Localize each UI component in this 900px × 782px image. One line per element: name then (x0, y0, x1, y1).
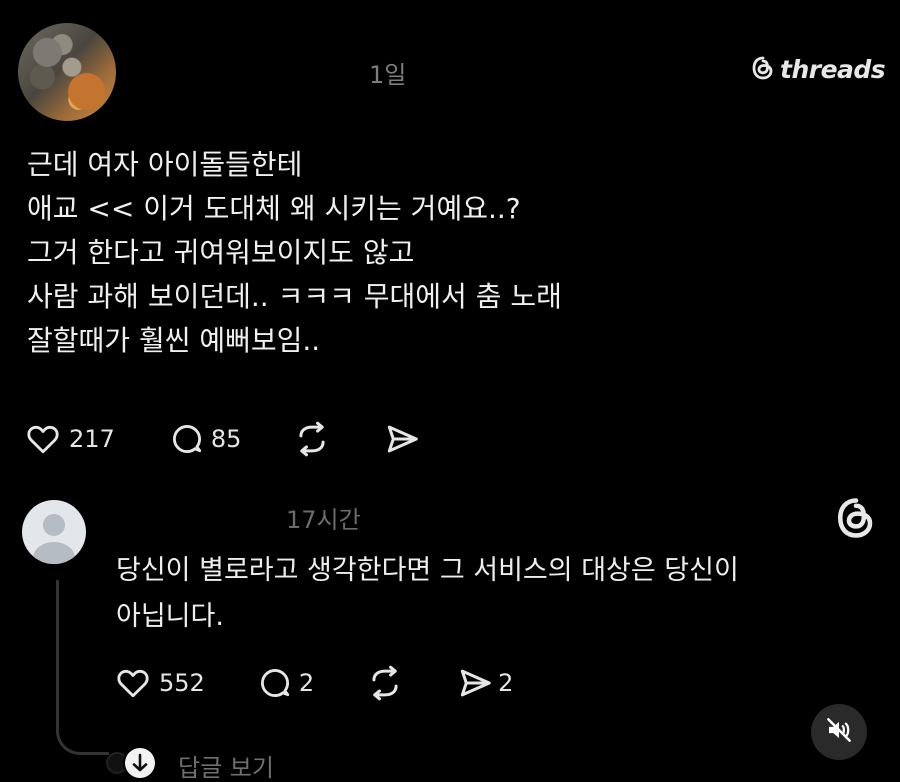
comment-count: 85 (210, 425, 242, 453)
speaker-muted-icon (824, 715, 854, 749)
threads-brand: threads (752, 55, 886, 84)
post-line: 잘할때가 훨씬 예뻐보임.. (27, 324, 321, 357)
post-line: 그거 한다고 귀여워보이지도 않고 (27, 236, 415, 269)
heart-icon (115, 665, 151, 701)
threads-logo-icon (836, 497, 876, 543)
share-count: 2 (498, 669, 514, 697)
send-icon (456, 664, 494, 702)
like-count: 552 (159, 669, 205, 697)
view-replies-label: 답글 보기 (178, 753, 274, 782)
view-replies-button[interactable]: 답글 보기 (104, 744, 274, 782)
thread-connector (56, 580, 109, 755)
repost-icon (293, 420, 331, 458)
reply-author-avatar[interactable] (22, 500, 86, 564)
repost-button[interactable] (293, 420, 331, 458)
repost-icon (366, 664, 404, 702)
share-button[interactable] (383, 420, 421, 458)
reply-actions: 552 2 2 (115, 664, 513, 702)
reply-line: 당신이 별로라고 생각한다면 그 서비스의 대상은 당신이 (116, 555, 739, 586)
post-author-avatar[interactable] (18, 23, 116, 121)
comment-button[interactable]: 2 (257, 665, 314, 701)
post-body: 근데 여자 아이돌들한테 애교 << 이거 도대체 왜 시키는 거예요..? 그… (27, 143, 847, 363)
post-line: 사람 과해 보이던데.. ㅋㅋㅋ 무대에서 춤 노래 (27, 280, 562, 313)
reply-line: 아닙니다. (116, 601, 224, 632)
post-line: 근데 여자 아이돌들한테 (27, 148, 303, 181)
repost-button[interactable] (366, 664, 404, 702)
share-button[interactable]: 2 (456, 664, 513, 702)
heart-icon (25, 421, 61, 457)
threads-brand-text: threads (780, 55, 886, 84)
reply-timestamp: 17시간 (286, 506, 361, 534)
like-button[interactable]: 552 (115, 665, 205, 701)
comment-bubble-icon (257, 665, 293, 701)
threads-logo-icon (752, 56, 774, 84)
mute-button[interactable] (811, 704, 867, 760)
like-count: 217 (69, 425, 115, 453)
reply-avatar-stack (104, 744, 164, 782)
comment-bubble-icon (169, 421, 205, 457)
post-actions: 217 85 (25, 420, 421, 458)
threads-screenshot: 1일 threads 근데 여자 아이돌들한테 애교 << 이거 도대체 왜 시… (0, 0, 900, 782)
post-timestamp: 1일 (369, 61, 407, 89)
send-icon (383, 420, 421, 458)
comment-count: 2 (298, 669, 315, 697)
comment-button[interactable]: 85 (169, 421, 242, 457)
like-button[interactable]: 217 (25, 421, 115, 457)
reply-body: 당신이 별로라고 생각한다면 그 서비스의 대상은 당신이 아닙니다. (116, 548, 876, 640)
post-line: 애교 << 이거 도대체 왜 시키는 거예요..? (27, 192, 521, 225)
